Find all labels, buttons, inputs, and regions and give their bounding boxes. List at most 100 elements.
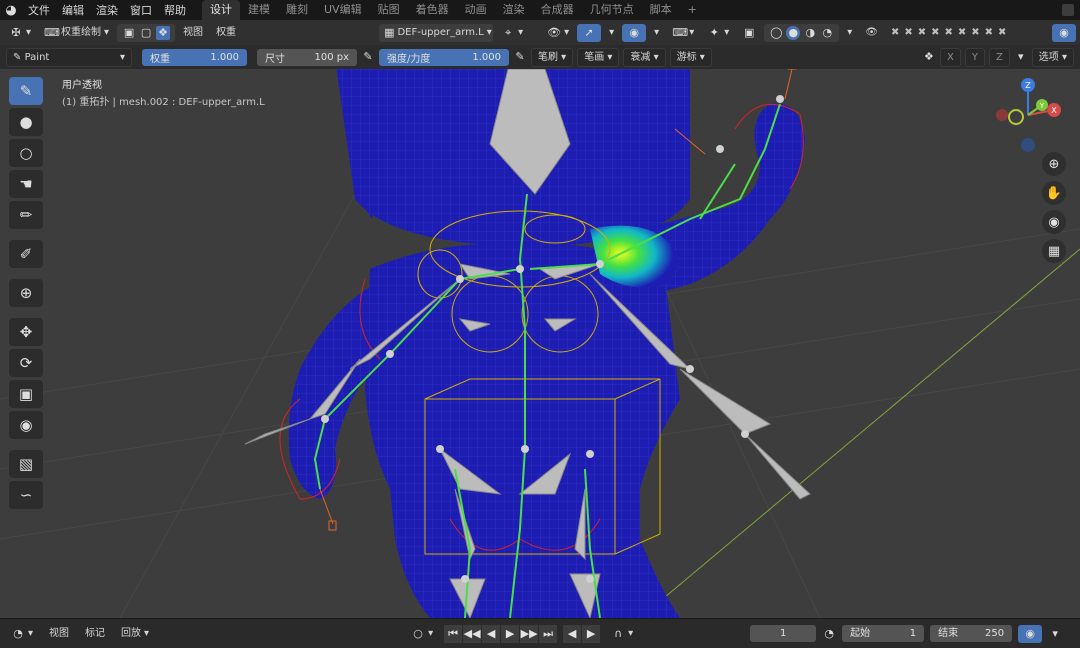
radius-slider[interactable]: 尺寸 100 px: [257, 48, 357, 66]
falloff-menu[interactable]: 衰减 ▾: [623, 47, 666, 67]
visibility-eye-icon[interactable]: 👁: [860, 24, 883, 42]
menu-edit[interactable]: 编辑: [56, 2, 90, 18]
next-keyframe-icon[interactable]: ▶▶: [520, 624, 539, 643]
snap-toggle[interactable]: ∩ ▾: [606, 625, 638, 643]
menu-window[interactable]: 窗口: [124, 2, 158, 18]
shading-mode-group[interactable]: ◯ ● ◑ ◔: [764, 23, 840, 42]
perspective-grid-icon[interactable]: ▦: [1042, 239, 1066, 263]
selectability-dropdown[interactable]: ▾: [604, 24, 619, 42]
overlay-button[interactable]: ⌨ ▾: [667, 24, 699, 42]
annotate-tool-button[interactable]: ∽: [9, 481, 43, 509]
menu-render[interactable]: 渲染: [90, 2, 124, 18]
draw-tool-button[interactable]: ✎: [9, 77, 43, 105]
timeline-view-settings[interactable]: ◉: [1018, 624, 1043, 643]
stopwatch-icon[interactable]: ◔: [822, 627, 836, 641]
add-workspace-button[interactable]: +: [680, 0, 705, 20]
visibility-button[interactable]: 👁 ▾: [542, 24, 574, 42]
move-tool-button[interactable]: ✥: [9, 318, 43, 346]
editor-type-button[interactable]: ✠ ▾: [4, 24, 36, 42]
workspace-tab-geometry-nodes[interactable]: 几何节点: [582, 0, 642, 20]
scene-selector-icon[interactable]: [1062, 4, 1074, 16]
3d-viewport[interactable]: ✎ ● ○ ☚ ✏ ✐ ⊕ ✥ ⟳ ▣ ◉ ▧ ∽ 用户透视 (1) 重拓扑 |…: [0, 69, 1080, 618]
jump-start-icon[interactable]: ⏮: [444, 624, 463, 643]
axis-z-toggle[interactable]: Z: [988, 47, 1010, 67]
options-menu[interactable]: 选项 ▾: [1031, 47, 1074, 67]
scale-tool-button[interactable]: ▣: [9, 380, 43, 408]
mask-toggle-group[interactable]: ▣ ▢ ❖: [117, 23, 176, 42]
cursor-menu-label: 游标: [676, 51, 697, 63]
workspace-tab-modeling[interactable]: 建模: [240, 0, 278, 20]
current-frame-field[interactable]: 1: [750, 625, 817, 642]
shading-dropdown[interactable]: ▾: [842, 24, 857, 42]
stroke-menu[interactable]: 笔画 ▾: [577, 47, 620, 67]
viewport-scene[interactable]: [0, 69, 1080, 618]
prev-jump-icon[interactable]: ◀: [563, 624, 582, 643]
camera-view-button[interactable]: ◉: [1052, 23, 1076, 42]
sample-weight-button[interactable]: ✐: [9, 240, 43, 268]
workspace-tab-compositing[interactable]: 合成器: [533, 0, 582, 20]
chevron-down-icon[interactable]: ▾: [1014, 50, 1028, 64]
start-frame-field[interactable]: 起始 1: [842, 625, 925, 642]
chevron-down-icon[interactable]: ▾: [1048, 627, 1062, 641]
strength-pressure-icon[interactable]: ✎: [513, 50, 527, 64]
bone-overlay-button[interactable]: ✦ ▾: [702, 24, 734, 42]
smear-tool-button[interactable]: ☚: [9, 170, 43, 198]
cursor-tool-button[interactable]: ⊕: [9, 279, 43, 307]
gizmo-neg-y-icon[interactable]: [1008, 109, 1024, 125]
workspace-tab-animation[interactable]: 动画: [457, 0, 495, 20]
workspace-tab-scripting[interactable]: 脚本: [642, 0, 680, 20]
gizmo-toggle[interactable]: ◉: [622, 23, 647, 42]
gradient-tool-button[interactable]: ✏: [9, 201, 43, 229]
workspace-tab-texture-paint[interactable]: 贴图: [370, 0, 408, 20]
average-icon: ○: [19, 144, 33, 162]
strength-slider[interactable]: 强度/力度 1.000: [379, 48, 509, 66]
brush-menu[interactable]: 笔刷 ▾: [531, 47, 574, 67]
workspace-tab-shading[interactable]: 着色器: [408, 0, 457, 20]
radius-pressure-icon[interactable]: ✎: [361, 50, 375, 64]
average-tool-button[interactable]: ○: [9, 139, 43, 167]
workspace-tab-layout[interactable]: 设计: [202, 0, 240, 20]
timeline-marker-menu[interactable]: 标记: [80, 625, 110, 643]
selectability-toggles[interactable]: ✖✖✖✖✖✖✖✖✖: [886, 24, 1016, 42]
select-box-button[interactable]: ▧: [9, 450, 43, 478]
menu-view[interactable]: 视图: [178, 24, 208, 42]
menu-weights[interactable]: 权重: [211, 24, 241, 42]
blender-logo-icon[interactable]: ◕: [0, 0, 22, 20]
pan-hand-icon[interactable]: ✋: [1042, 181, 1066, 205]
workspace-tab-rendering[interactable]: 渲染: [495, 0, 533, 20]
play-reverse-icon[interactable]: ◀: [482, 624, 501, 643]
timeline-view-menu[interactable]: 视图: [44, 625, 74, 643]
navigation-gizmo[interactable]: Z X Y: [992, 75, 1068, 155]
weight-slider[interactable]: 权重 1.000: [142, 48, 247, 66]
transform-tool-button[interactable]: ◉: [9, 411, 43, 439]
timeline-playback-menu[interactable]: 回放 ▾: [116, 625, 154, 643]
symmetry-button[interactable]: ⌖ ▾: [496, 24, 528, 42]
vertex-group-selector[interactable]: ▦ DEF-upper_arm.L ▾: [379, 23, 494, 42]
axis-y-toggle[interactable]: Y: [964, 47, 985, 67]
blur-tool-button[interactable]: ●: [9, 108, 43, 136]
brush-selector[interactable]: ✎ Paint ▾: [6, 47, 132, 67]
autokey-toggle[interactable]: ○ ▾: [406, 625, 438, 643]
end-frame-field[interactable]: 结束 250: [930, 625, 1013, 642]
jump-end-icon[interactable]: ⏭: [539, 624, 558, 643]
workspace-tab-uv-editing[interactable]: UV编辑: [316, 0, 370, 20]
zoom-icon[interactable]: ⊕: [1042, 152, 1066, 176]
cursor-menu[interactable]: 游标 ▾: [669, 47, 712, 67]
next-jump-icon[interactable]: ▶: [582, 624, 601, 643]
gizmo-dropdown[interactable]: ▾: [649, 24, 664, 42]
gizmo-neg-z-icon[interactable]: [1021, 138, 1035, 152]
mode-selector[interactable]: ⌨ 权重绘制 ▾: [39, 24, 114, 42]
xray-toggle[interactable]: ▣: [737, 24, 761, 42]
menu-file[interactable]: 文件: [22, 2, 56, 18]
workspace-tab-sculpting[interactable]: 雕刻: [278, 0, 316, 20]
selectability-button[interactable]: ➚: [577, 23, 602, 42]
play-icon[interactable]: ▶: [501, 624, 520, 643]
gizmo-neg-x-icon[interactable]: [996, 109, 1008, 121]
xray-icon: ▣: [744, 25, 755, 39]
axis-x-toggle[interactable]: X: [939, 47, 961, 67]
menu-help[interactable]: 帮助: [158, 2, 192, 18]
timeline-editor-button[interactable]: ◔ ▾: [6, 625, 38, 643]
camera-toggle-icon[interactable]: ◉: [1042, 210, 1066, 234]
prev-keyframe-icon[interactable]: ◀◀: [463, 624, 482, 643]
rotate-tool-button[interactable]: ⟳: [9, 349, 43, 377]
